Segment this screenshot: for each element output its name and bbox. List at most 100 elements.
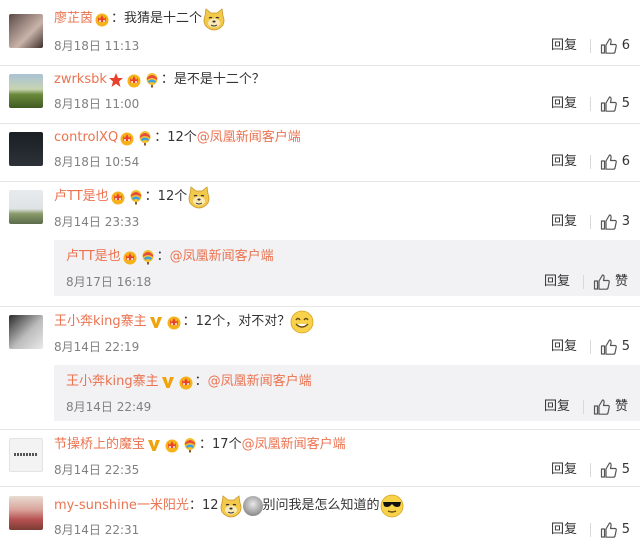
avatar[interactable]	[9, 315, 43, 349]
thumbs-up-icon	[593, 398, 611, 416]
reply-button[interactable]: 回复	[551, 462, 577, 478]
like-count: 5	[621, 522, 630, 537]
vip-crown-icon	[178, 374, 194, 390]
doge-emoji	[202, 7, 226, 31]
divider	[590, 97, 591, 111]
like-button[interactable]: 5	[600, 521, 630, 539]
colon: ：	[156, 249, 170, 264]
mention-link[interactable]: @凤凰新闻客户端	[208, 372, 312, 392]
timestamp: 8月14日 22:35	[54, 463, 140, 477]
v-verified-icon	[160, 374, 176, 390]
comment-item: controlXQ ： 12个 @凤凰新闻客户端 8月18日 10:54 回复 …	[0, 124, 640, 182]
colon: ：	[154, 130, 168, 145]
mention-link[interactable]: @凤凰新闻客户端	[170, 247, 274, 267]
avatar[interactable]	[9, 74, 43, 108]
colon: ：	[160, 72, 174, 87]
like-label: 赞	[614, 399, 628, 414]
like-count: 5	[621, 96, 630, 111]
vip-crown-icon	[119, 130, 135, 146]
doge-emoji	[219, 494, 243, 518]
avatar[interactable]	[9, 190, 43, 224]
avatar[interactable]	[9, 14, 43, 48]
comment-text: 12个，对不对？	[195, 314, 291, 329]
divider	[590, 340, 591, 354]
vip-crown-icon	[126, 72, 142, 88]
avatar[interactable]	[9, 496, 43, 530]
smile-emoji	[290, 310, 314, 334]
like-button[interactable]: 3	[600, 213, 630, 231]
timestamp: 8月14日 22:49	[66, 400, 152, 414]
username[interactable]: 卢TT是也	[66, 247, 121, 267]
colon: ：	[199, 437, 213, 452]
reply-button[interactable]: 回复	[544, 399, 570, 415]
thumbs-up-icon	[600, 37, 618, 55]
username[interactable]: zwrksbk	[54, 70, 107, 90]
avatar[interactable]	[9, 438, 43, 472]
avatar[interactable]	[9, 132, 43, 166]
like-button[interactable]: 5	[600, 461, 630, 479]
timestamp: 8月18日 11:13	[54, 39, 140, 53]
mention-link[interactable]: @凤凰新闻客户端	[242, 435, 346, 455]
thumbs-up-icon	[600, 338, 618, 356]
comment-text: 我猜是十二个	[124, 11, 203, 26]
like-count: 6	[621, 154, 630, 169]
comment-item: 王小奔king寨主 ： 12个，对不对？ 8月14日 22:19 回复 5	[0, 307, 640, 365]
like-button[interactable]: 赞	[593, 273, 628, 291]
timestamp: 8月18日 11:00	[54, 97, 140, 111]
like-button[interactable]: 6	[600, 37, 630, 55]
username[interactable]: 卢TT是也	[54, 187, 109, 207]
timestamp: 8月17日 16:18	[66, 275, 152, 289]
comment-text: 12	[201, 498, 219, 513]
reply-button[interactable]: 回复	[551, 96, 577, 112]
v-verified-icon	[146, 437, 162, 453]
colon: ：	[188, 498, 202, 513]
username[interactable]: 王小奔king寨主	[66, 372, 159, 392]
username[interactable]: 廖芷茵	[54, 9, 93, 29]
mention-link[interactable]: @凤凰新闻客户端	[197, 128, 301, 148]
star-icon	[108, 72, 124, 88]
reply-button[interactable]: 回复	[551, 214, 577, 230]
like-button[interactable]: 6	[600, 153, 630, 171]
username[interactable]: controlXQ	[54, 128, 118, 148]
balloon-icon	[128, 189, 144, 205]
vip-crown-icon	[94, 11, 110, 27]
username[interactable]: my-sunshine一米阳光	[54, 496, 189, 516]
thumbs-up-icon	[600, 461, 618, 479]
reply-button[interactable]: 回复	[551, 154, 577, 170]
vip-crown-icon	[166, 314, 182, 330]
colon: ：	[194, 374, 208, 389]
comment-item: my-sunshine一米阳光 ： 12 别问我是怎么知道的 8月14日 22:…	[0, 487, 640, 544]
colon: ：	[144, 189, 158, 204]
doge-emoji	[187, 185, 211, 209]
thumbs-up-icon	[600, 213, 618, 231]
like-button[interactable]: 5	[600, 95, 630, 113]
like-button[interactable]: 赞	[593, 398, 628, 416]
username[interactable]: 节操桥上的魔宝	[54, 435, 145, 455]
balloon-icon	[144, 72, 160, 88]
balloon-icon	[137, 130, 153, 146]
divider	[590, 463, 591, 477]
divider	[590, 39, 591, 53]
thumbs-up-icon	[600, 153, 618, 171]
divider	[583, 400, 584, 414]
thumbs-up-icon	[600, 95, 618, 113]
divider	[590, 215, 591, 229]
reply-button[interactable]: 回复	[544, 274, 570, 290]
like-button[interactable]: 5	[600, 338, 630, 356]
reply-button[interactable]: 回复	[551, 38, 577, 54]
balloon-icon	[182, 437, 198, 453]
timestamp: 8月14日 22:19	[54, 340, 140, 354]
photo-emoji	[242, 496, 263, 516]
sub-reply: 卢TT是也 ： @凤凰新闻客户端 8月17日 16:18 回复 赞	[54, 240, 640, 296]
balloon-icon	[140, 249, 156, 265]
reply-button[interactable]: 回复	[551, 522, 577, 538]
comment-item: zwrksbk ： 是不是十二个？ 8月18日 11:00 回复 5	[0, 66, 640, 124]
divider	[583, 275, 584, 289]
divider	[590, 523, 591, 537]
v-verified-icon	[148, 314, 164, 330]
comment-item: 卢TT是也 ： 12个 8月14日 23:33 回复 3	[0, 182, 640, 242]
username[interactable]: 王小奔king寨主	[54, 312, 147, 332]
reply-button[interactable]: 回复	[551, 339, 577, 355]
like-count: 3	[621, 214, 630, 229]
vip-crown-icon	[110, 189, 126, 205]
